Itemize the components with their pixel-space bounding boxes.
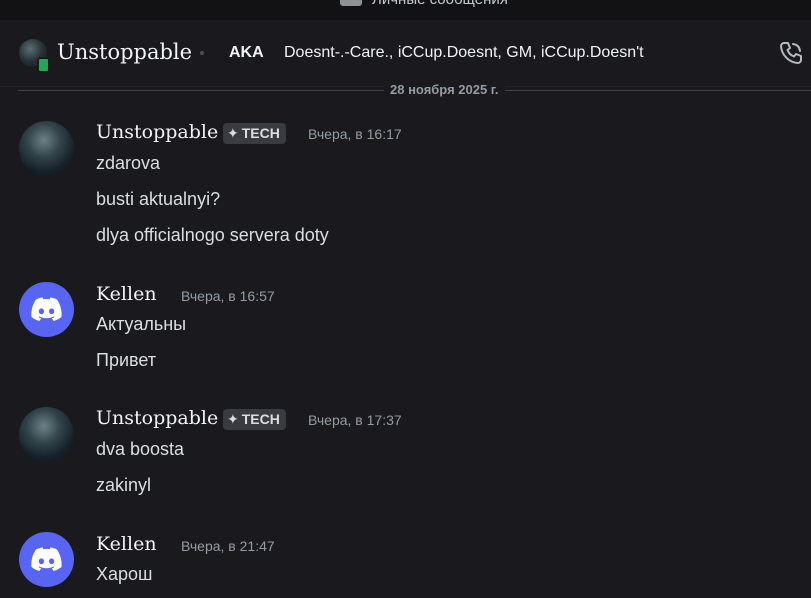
message-text: Актуальны [96, 314, 187, 334]
aka-names: Doesnt-.-Care., iCCup.Doesnt, GM, iCCup.… [284, 44, 644, 61]
server-tag-label: TECH [241, 125, 280, 141]
message-timestamp[interactable]: Вчера, в 17:37 [308, 412, 402, 428]
avatar[interactable] [19, 407, 74, 462]
discord-logo-icon [31, 547, 62, 571]
window-titlebar: Личные сообщения [0, 0, 811, 20]
message-timestamp[interactable]: Вчера, в 16:57 [181, 288, 275, 304]
window-title: Личные сообщения [372, 0, 508, 8]
message-author[interactable]: Unstoppable [96, 121, 218, 143]
avatar[interactable] [19, 121, 74, 176]
separator-dot [200, 51, 204, 55]
avatar[interactable] [19, 282, 74, 337]
server-tag-badge[interactable]: ✦ TECH [223, 409, 286, 430]
message-author[interactable]: Kellen [96, 533, 157, 555]
server-tag-label: TECH [241, 411, 280, 427]
tag-icon: ✦ [227, 411, 239, 427]
header-username[interactable]: Unstoppable [57, 40, 192, 64]
message-text: busti aktualnyi? [96, 189, 221, 209]
mobile-status-icon [37, 57, 50, 73]
message-timestamp[interactable]: Вчера, в 21:47 [181, 538, 275, 554]
message-author[interactable]: Kellen [96, 283, 157, 305]
phone-call-icon[interactable] [778, 40, 804, 66]
aka-label: AKA [229, 44, 264, 61]
discord-logo-icon [31, 297, 62, 321]
direct-messages-icon [340, 0, 362, 6]
message-text: zakinyl [96, 475, 152, 495]
message-text: Привет [96, 350, 157, 370]
date-divider: 28 ноября 2025 г. [384, 82, 505, 97]
dm-header: Unstoppable AKA Doesnt-.-Care., iCCup.Do… [0, 20, 811, 87]
message-text: Харош [96, 564, 153, 584]
tag-icon: ✦ [227, 125, 239, 141]
message-text: dva boosta [96, 439, 185, 459]
server-tag-badge[interactable]: ✦ TECH [223, 123, 286, 144]
message-timestamp[interactable]: Вчера, в 16:17 [308, 126, 402, 142]
message-text: dlya officialnogo servera doty [96, 225, 329, 245]
avatar[interactable] [19, 532, 74, 587]
message-text: zdarova [96, 153, 161, 173]
message-author[interactable]: Unstoppable [96, 407, 218, 429]
